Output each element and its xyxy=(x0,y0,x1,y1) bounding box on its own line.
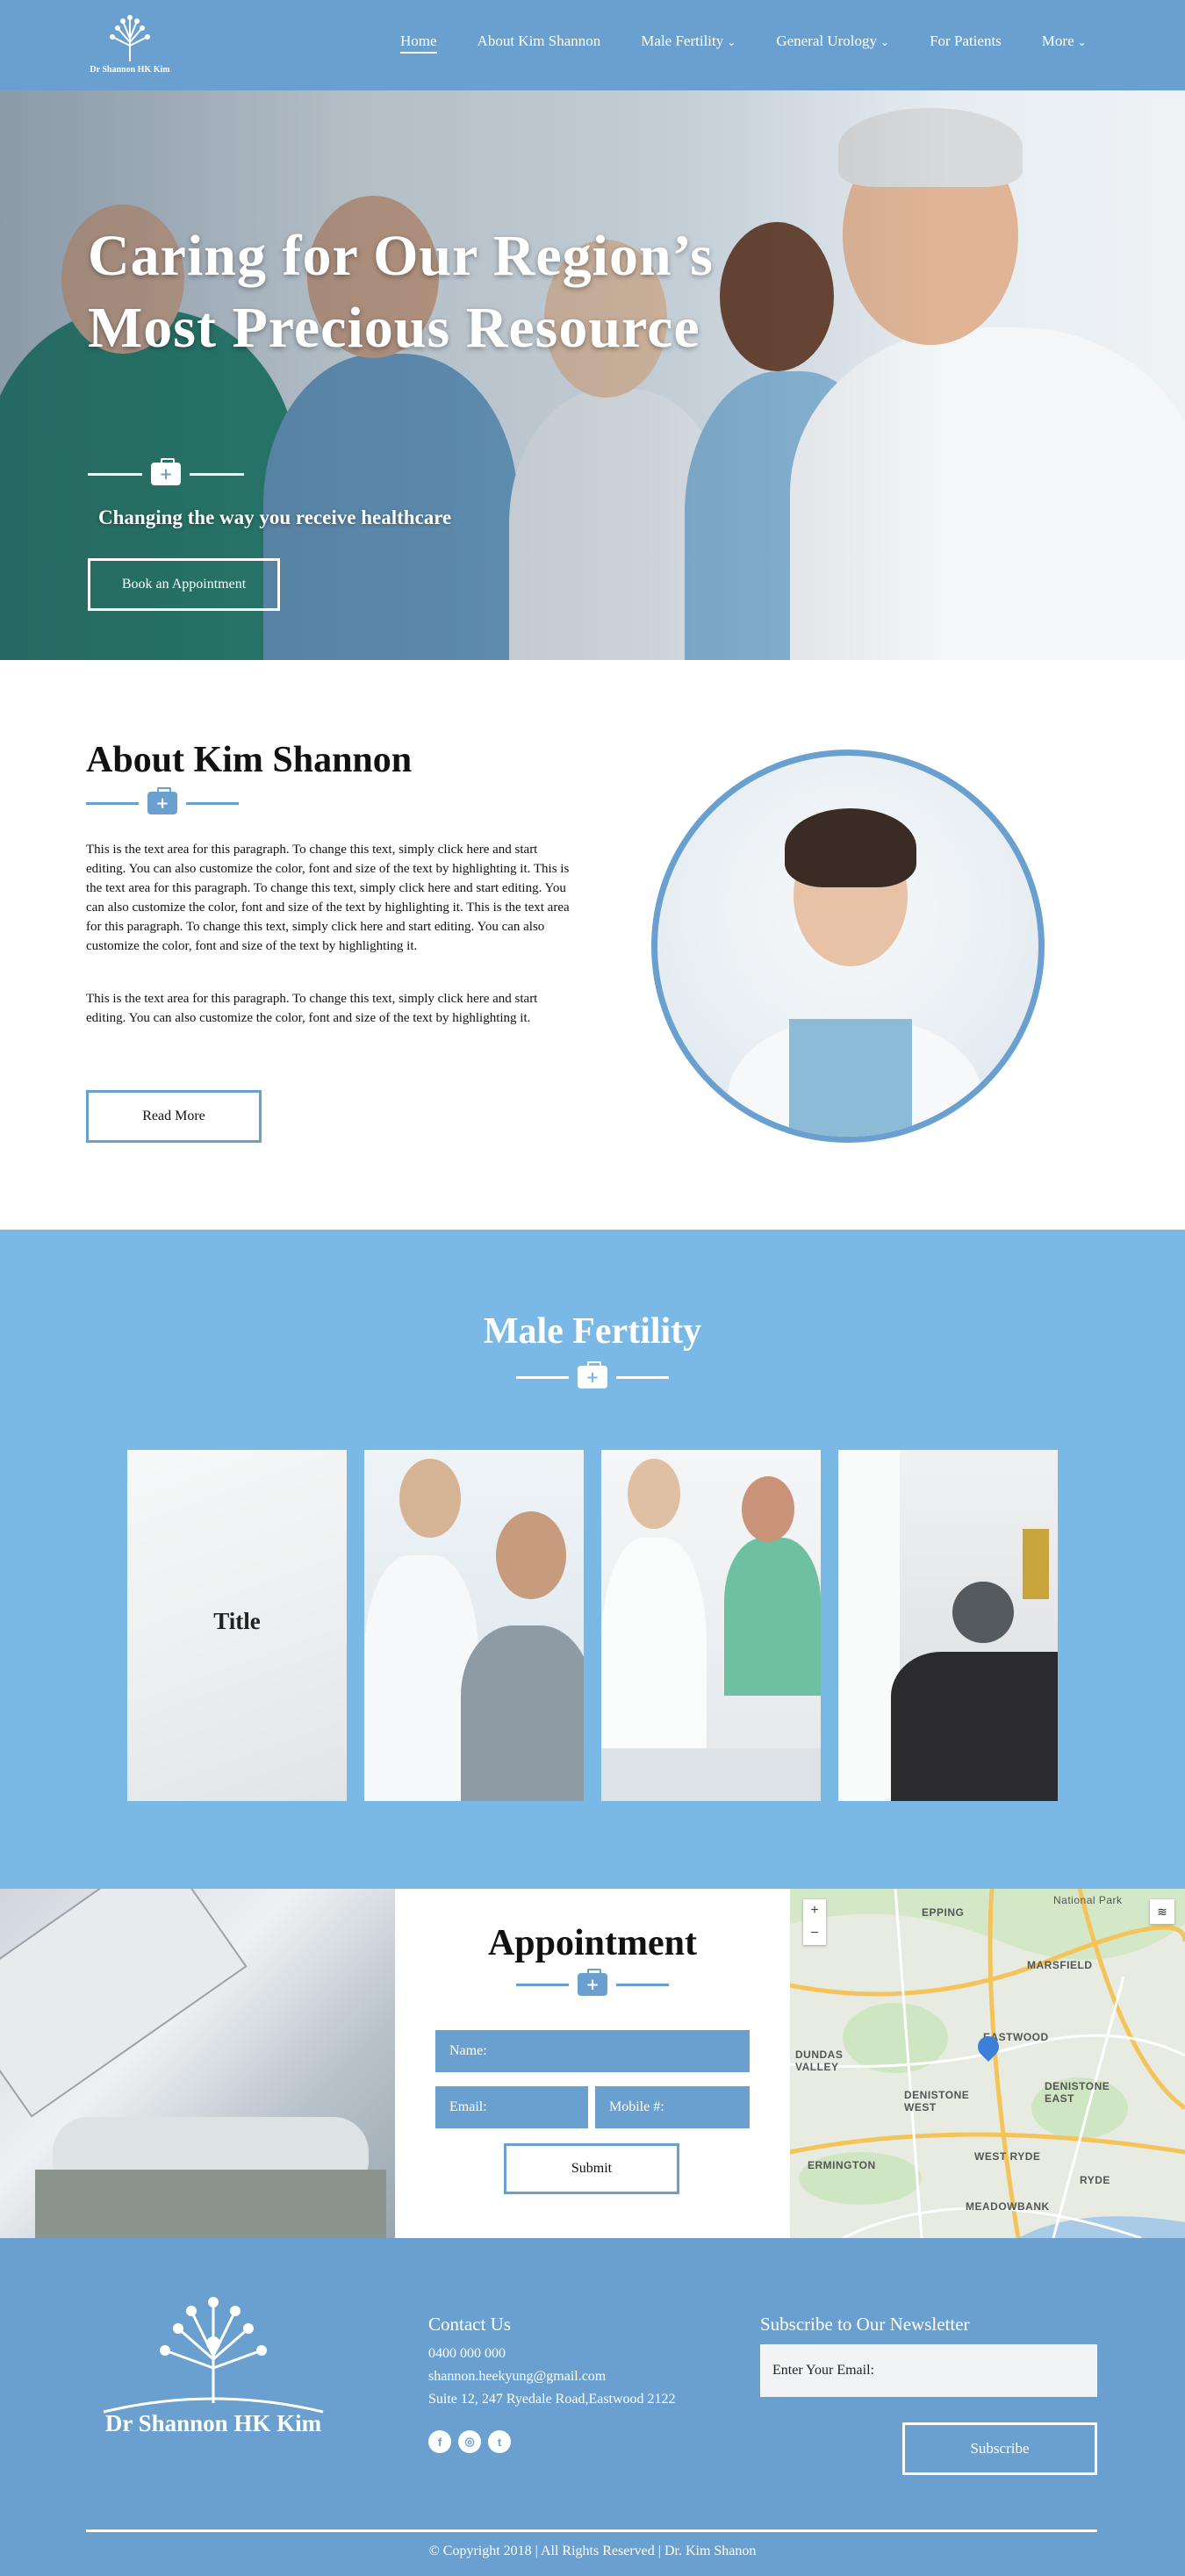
card-physio[interactable] xyxy=(601,1450,821,1801)
chevron-down-icon: ⌄ xyxy=(727,36,736,48)
chevron-down-icon: ⌄ xyxy=(1077,36,1087,48)
map-label: ERMINGTON xyxy=(808,2159,876,2171)
male-fertility-section: Male Fertility + Title xyxy=(0,1230,1185,1889)
chevron-down-icon: ⌄ xyxy=(880,36,890,48)
tree-logo-icon xyxy=(103,2297,324,2414)
hero-section: Caring for Our Region’s Most Precious Re… xyxy=(0,90,1185,660)
contact-phone[interactable]: 0400 000 000 xyxy=(428,2343,744,2365)
card-doctor-patient[interactable] xyxy=(364,1450,584,1801)
medical-kit-icon: + xyxy=(151,458,181,485)
mobile-field[interactable]: Mobile #: xyxy=(595,2086,750,2128)
read-more-button[interactable]: Read More xyxy=(86,1090,262,1143)
site-logo[interactable]: Dr Shannon HK Kim xyxy=(86,12,174,79)
nav-label: Male Fertility xyxy=(641,32,724,49)
zoom-in-button[interactable]: + xyxy=(803,1899,826,1922)
newsletter-email-input[interactable]: Enter Your Email: xyxy=(760,2344,1097,2397)
appointment-divider: + xyxy=(516,1969,669,1996)
email-field[interactable]: Email: xyxy=(435,2086,588,2128)
map-label: MEADOWBANK xyxy=(966,2200,1050,2213)
contact-title: Contact Us xyxy=(428,2314,511,2335)
card-treatment[interactable] xyxy=(838,1450,1058,1801)
medical-equipment-image xyxy=(0,1889,395,2238)
medical-kit-icon: + xyxy=(578,1969,607,1996)
fertility-divider: + xyxy=(516,1361,669,1388)
about-section: About Kim Shannon + This is the text are… xyxy=(0,660,1185,1230)
contact-block: Contact Us 0400 000 000 shannon.heekyung… xyxy=(428,2314,744,2453)
footer-divider xyxy=(86,2529,1097,2532)
contact-address: Suite 12, 247 Ryedale Road,Eastwood 2122 xyxy=(428,2392,676,2407)
nav-label: About Kim Shannon xyxy=(477,32,601,49)
map-label: DENISTONE EAST xyxy=(1045,2080,1110,2105)
top-navigation: Dr Shannon HK Kim Home About Kim Shannon… xyxy=(0,0,1185,90)
main-menu: Home About Kim Shannon Male Fertility ⌄ G… xyxy=(400,32,1127,54)
fertility-cards: Title xyxy=(127,1450,1058,1801)
nav-label: For Patients xyxy=(930,32,1002,49)
contact-email[interactable]: shannon.heekyung@gmail.com xyxy=(428,2365,744,2388)
newsletter-block: Subscribe to Our Newsletter Enter Your E… xyxy=(760,2314,1097,2397)
about-paragraph: This is the text area for this paragraph… xyxy=(86,843,570,953)
map-label: RYDE xyxy=(1080,2174,1110,2186)
logo-text: Dr Shannon HK Kim xyxy=(90,65,170,75)
layers-icon[interactable]: ≋ xyxy=(1150,1899,1174,1924)
subscribe-button[interactable]: Subscribe xyxy=(902,2422,1097,2475)
newsletter-title: Subscribe to Our Newsletter xyxy=(760,2314,970,2335)
map-label: EPPING xyxy=(922,1906,965,1919)
footer-logo-text: Dr Shannon HK Kim xyxy=(104,2410,322,2436)
location-map[interactable]: EPPING MARSFIELD EASTWOOD DUNDAS VALLEY … xyxy=(790,1889,1185,2238)
about-divider: + xyxy=(86,787,239,814)
appointment-section: Appointment + Name: Email: Mobile #: Sub… xyxy=(0,1889,1185,2238)
submit-button[interactable]: Submit xyxy=(504,2143,679,2194)
nav-item-general-urology[interactable]: General Urology ⌄ xyxy=(776,32,889,54)
nav-item-more[interactable]: More ⌄ xyxy=(1042,32,1087,54)
name-field[interactable]: Name: xyxy=(435,2030,750,2072)
doctor-portrait-image xyxy=(651,750,1045,1143)
nav-item-home[interactable]: Home xyxy=(400,32,437,54)
about-paragraph: This is the text area for this paragraph… xyxy=(86,992,538,1025)
map-zoom-controls: + − xyxy=(803,1899,826,1945)
appointment-form: Appointment + Name: Email: Mobile #: Sub… xyxy=(395,1889,790,2238)
nav-item-about[interactable]: About Kim Shannon xyxy=(478,32,601,54)
map-label: DUNDAS VALLEY xyxy=(795,2049,844,2073)
nav-item-male-fertility[interactable]: Male Fertility ⌄ xyxy=(641,32,736,54)
footer-logo[interactable]: Dr Shannon HK Kim xyxy=(86,2289,341,2438)
card-ultrasound[interactable]: Title xyxy=(127,1450,347,1801)
section-title: Male Fertility xyxy=(483,1311,702,1352)
instagram-icon[interactable]: ◎ xyxy=(458,2430,481,2453)
facebook-icon[interactable]: f xyxy=(428,2430,451,2453)
hero-subtitle: Changing the way you receive healthcare xyxy=(98,506,452,528)
hero-title: Caring for Our Region’s Most Precious Re… xyxy=(88,224,714,360)
nav-label: Home xyxy=(400,32,437,49)
tree-logo-icon xyxy=(110,15,150,61)
map-label: MARSFIELD xyxy=(1027,1959,1093,1971)
map-label: WEST RYDE xyxy=(974,2150,1041,2163)
hero-divider: + xyxy=(88,458,244,485)
copyright-text: © Copyright 2018 | All Rights Reserved |… xyxy=(428,2544,757,2558)
about-title: About Kim Shannon xyxy=(86,740,413,780)
map-label: National Park xyxy=(1053,1894,1123,1906)
social-links: f ◎ t xyxy=(428,2430,744,2453)
card-title: Title xyxy=(213,1608,261,1634)
appointment-title: Appointment xyxy=(487,1923,698,1963)
map-label: DENISTONE WEST xyxy=(904,2089,970,2113)
twitter-icon[interactable]: t xyxy=(488,2430,511,2453)
footer: Dr Shannon HK Kim Contact Us 0400 000 00… xyxy=(0,2238,1185,2576)
book-appointment-button[interactable]: Book an Appointment xyxy=(88,558,280,611)
zoom-out-button[interactable]: − xyxy=(803,1922,826,1945)
nav-label: More xyxy=(1041,32,1074,49)
nav-item-for-patients[interactable]: For Patients xyxy=(930,32,1002,54)
medical-kit-icon: + xyxy=(578,1361,607,1388)
medical-kit-icon: + xyxy=(147,787,177,814)
nav-label: General Urology xyxy=(776,32,878,49)
